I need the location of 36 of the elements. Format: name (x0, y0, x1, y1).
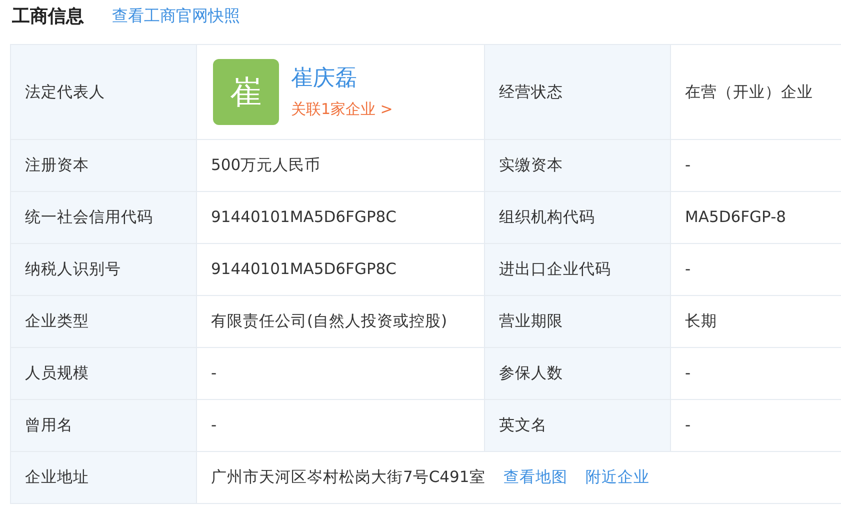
address-text: 广州市天河区岑村松岗大街7号C491室 (211, 467, 486, 488)
field-label: 人员规模 (10, 348, 196, 400)
field-label: 企业地址 (10, 452, 196, 504)
field-label: 统一社会信用代码 (10, 192, 196, 244)
field-value: 91440101MA5D6FGP8C (196, 244, 484, 296)
address-link[interactable]: 查看地图 (503, 466, 568, 489)
field-label: 纳税人识别号 (10, 244, 196, 296)
field-label: 英文名 (484, 400, 670, 452)
person-name-link[interactable]: 崔庆磊 (291, 64, 393, 94)
section-title: 工商信息 (12, 5, 84, 28)
field-label: 企业类型 (10, 296, 196, 348)
field-value: - (670, 400, 841, 452)
field-value: - (670, 348, 841, 400)
field-label: 组织机构代码 (484, 192, 670, 244)
field-value: 有限责任公司(自然人投资或控股) (196, 296, 484, 348)
field-value: - (196, 400, 484, 452)
field-value: 在营（开业）企业 (670, 45, 841, 140)
field-label: 实缴资本 (484, 140, 670, 192)
field-value: 长期 (670, 296, 841, 348)
field-value: - (670, 140, 841, 192)
related-companies-link[interactable]: 关联1家企业 > (291, 98, 393, 120)
field-value: - (670, 244, 841, 296)
avatar: 崔 (213, 59, 279, 125)
snapshot-link[interactable]: 查看工商官网快照 (112, 6, 240, 26)
field-label: 营业期限 (484, 296, 670, 348)
field-label: 经营状态 (484, 45, 670, 140)
field-value: - (196, 348, 484, 400)
field-label: 曾用名 (10, 400, 196, 452)
field-label: 参保人数 (484, 348, 670, 400)
field-value: MA5D6FGP-8 (670, 192, 841, 244)
field-value: 91440101MA5D6FGP8C (196, 192, 484, 244)
field-value: 500万元人民币 (196, 140, 484, 192)
field-label: 注册资本 (10, 140, 196, 192)
field-label: 法定代表人 (10, 45, 196, 140)
field-label: 进出口企业代码 (484, 244, 670, 296)
address-link[interactable]: 附近企业 (585, 466, 650, 489)
